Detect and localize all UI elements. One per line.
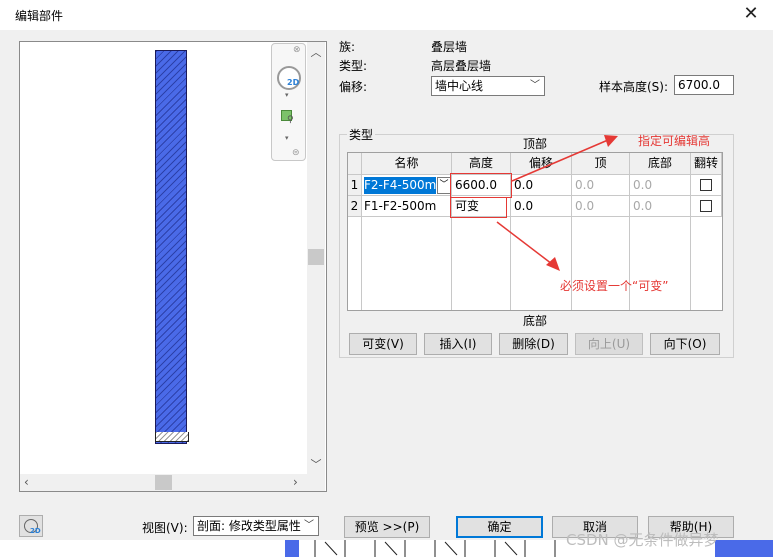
arrow-head-up xyxy=(604,135,618,147)
move-down-button[interactable]: 向下(O) xyxy=(650,333,720,355)
family-value: 叠层墙 xyxy=(431,40,468,54)
preview-panel[interactable]: ⊗ 2D ▾ ⚲ ▾ ⊜ ︿ ﹀ ‹ › xyxy=(19,41,327,492)
annotation-editable-height: 指定可编辑高 xyxy=(638,134,711,148)
horizontal-scrollbar[interactable]: ‹ › xyxy=(20,474,325,491)
wall-foundation-preview xyxy=(155,432,189,442)
chevron-down-icon: ﹀ xyxy=(530,80,540,91)
sample-height-label: 样本高度(S): xyxy=(599,80,669,94)
steering-wheel-2d-icon[interactable]: 2D xyxy=(19,515,43,537)
flip-checkbox[interactable] xyxy=(700,179,712,191)
annotation-must-variable: 必须设置一个“可变” xyxy=(560,279,669,293)
annotation-arrows xyxy=(496,135,618,271)
types-group-title: 类型 xyxy=(347,126,376,143)
chevron-down-icon[interactable]: ▾ xyxy=(285,134,289,142)
row-number[interactable]: 2 xyxy=(348,196,362,217)
title-bar: 编辑部件 ✕ xyxy=(0,0,773,30)
flip-cell xyxy=(691,175,722,196)
close-icon[interactable]: ✕ xyxy=(741,4,761,24)
sample-height-input[interactable]: 6700.0 xyxy=(674,75,734,95)
vertical-scroll-thumb[interactable] xyxy=(308,249,324,265)
chevron-down-icon[interactable]: ▾ xyxy=(285,91,289,99)
arrow-line-down xyxy=(496,221,553,265)
family-label: 族: xyxy=(339,40,356,54)
scroll-up-icon[interactable]: ︿ xyxy=(307,44,325,60)
preview-button[interactable]: 预览 >>(P) xyxy=(344,516,430,538)
column-header-flip: 翻转 xyxy=(691,153,722,175)
name-dropdown[interactable]: F2-F4-500mm ﹀ xyxy=(362,175,452,196)
move-up-button[interactable]: 向上(U) xyxy=(575,333,643,355)
magnifier-icon: ⚲ xyxy=(287,115,294,125)
navbar-options-icon[interactable]: ⊜ xyxy=(292,148,300,158)
row-number-header xyxy=(348,153,362,175)
arrow-line-up xyxy=(511,139,609,182)
scroll-down-icon[interactable]: ﹀ xyxy=(307,456,325,472)
bottom-label: 底部 xyxy=(523,314,548,328)
row-number[interactable]: 1 xyxy=(348,175,362,196)
vertical-scrollbar[interactable]: ︿ ﹀ xyxy=(307,42,325,474)
name-cell-value[interactable]: F2-F4-500mm xyxy=(364,177,436,194)
arrow-head-down xyxy=(546,257,560,271)
insert-button[interactable]: 插入(I) xyxy=(424,333,492,355)
window-title: 编辑部件 xyxy=(15,9,64,23)
empty-area xyxy=(362,217,452,310)
type-label: 类型: xyxy=(339,59,368,73)
delete-button[interactable]: 删除(D) xyxy=(499,333,568,355)
view-select[interactable]: 剖面: 修改类型属性 ﹀ xyxy=(193,516,319,536)
variable-button[interactable]: 可变(V) xyxy=(349,333,417,355)
ok-button[interactable]: 确定 xyxy=(456,516,543,538)
steering-wheel-2d-icon[interactable]: 2D xyxy=(277,66,301,90)
horizontal-scroll-thumb[interactable] xyxy=(155,475,172,490)
scroll-right-icon[interactable]: › xyxy=(293,475,298,489)
empty-area xyxy=(348,217,362,310)
chevron-down-icon: ﹀ xyxy=(304,520,314,531)
column-header-name: 名称 xyxy=(362,153,452,175)
offset-label: 偏移: xyxy=(339,80,368,94)
view-select-value: 剖面: 修改类型属性 xyxy=(197,519,301,533)
scroll-left-icon[interactable]: ‹ xyxy=(24,475,29,489)
offset-select-value: 墙中心线 xyxy=(435,79,484,93)
close-icon[interactable]: ⊗ xyxy=(293,45,301,55)
watermark-text: CSDN @无条件做异梦 xyxy=(566,531,719,549)
name-cell[interactable]: F1-F2-500m xyxy=(362,196,452,217)
type-value: 高层叠层墙 xyxy=(431,59,492,73)
navigation-bar: ⊗ 2D ▾ ⚲ ▾ ⊜ xyxy=(271,43,306,161)
wall-section-preview xyxy=(155,50,187,444)
offset-select[interactable]: 墙中心线 ﹀ xyxy=(431,76,545,96)
flip-checkbox[interactable] xyxy=(700,200,712,212)
flip-cell xyxy=(691,196,722,217)
view-label: 视图(V): xyxy=(142,521,188,535)
